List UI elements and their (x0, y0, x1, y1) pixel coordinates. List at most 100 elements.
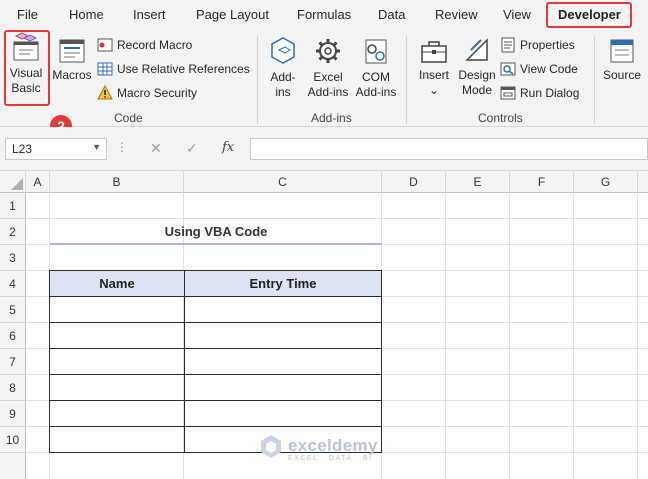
entry-table: Name Entry Time (49, 270, 382, 453)
column-header-a[interactable]: A (26, 171, 50, 193)
table-header-row: Name Entry Time (49, 270, 382, 297)
source-label: Source (602, 68, 642, 82)
macro-security-button[interactable]: Macro Security (97, 85, 197, 101)
row-header-10[interactable]: 10 (0, 427, 26, 453)
source-button[interactable]: Source (600, 38, 644, 83)
gridline (509, 193, 510, 479)
tab-insert[interactable]: Insert (133, 7, 166, 22)
entry-time-cell[interactable] (184, 400, 382, 427)
row-header-3[interactable]: 3 (0, 245, 26, 271)
name-box-value: L23 (12, 142, 33, 156)
properties-icon (501, 37, 515, 53)
add-ins-icon (271, 37, 295, 64)
insert-function-icon[interactable]: fx (222, 140, 234, 155)
formula-input[interactable] (250, 138, 648, 160)
sheet-title-cell[interactable]: Using VBA Code (50, 219, 382, 245)
macros-icon (59, 39, 85, 63)
column-header-c[interactable]: C (184, 171, 382, 193)
tab-page-layout[interactable]: Page Layout (196, 7, 269, 22)
column-header-e[interactable]: E (446, 171, 510, 193)
row-header-2[interactable]: 2 (0, 219, 26, 245)
insert-control-button[interactable]: Insert ⌄ (414, 38, 454, 98)
tab-review[interactable]: Review (435, 7, 478, 22)
name-cell[interactable] (49, 296, 185, 323)
row-header-1[interactable]: 1 (0, 193, 26, 219)
column-header-h[interactable] (638, 171, 648, 193)
row-header-4[interactable]: 4 (0, 271, 26, 297)
row-header-7[interactable]: 7 (0, 349, 26, 375)
add-ins-group-label: Add-ins (311, 111, 352, 125)
developer-tab-highlight (546, 2, 632, 28)
select-all-triangle-icon (11, 178, 23, 190)
com-add-ins-button[interactable]: COM Add-ins (352, 36, 400, 100)
name-cell[interactable] (49, 374, 185, 401)
record-macro-button[interactable]: Record Macro (97, 37, 192, 53)
column-header-f[interactable]: F (510, 171, 574, 193)
group-divider (257, 36, 258, 124)
view-code-icon (500, 62, 516, 76)
name-cell[interactable] (49, 426, 185, 453)
excel-add-ins-label-line1: Excel (313, 70, 343, 84)
column-header-b[interactable]: B (50, 171, 184, 193)
row-header-5[interactable]: 5 (0, 297, 26, 323)
insert-control-dropdown-arrow: ⌄ (428, 83, 440, 97)
row-header-11[interactable] (0, 453, 26, 479)
toolbox-icon (421, 41, 447, 63)
excel-add-ins-label-line2: Add-ins (307, 85, 349, 99)
name-box-dropdown-icon[interactable]: ▼ (92, 142, 101, 152)
add-ins-button[interactable]: Add- ins (262, 36, 304, 100)
watermark-tagline: EXCEL · DATA · BI (288, 455, 373, 462)
view-code-button[interactable]: View Code (500, 61, 578, 77)
tab-formulas[interactable]: Formulas (297, 7, 351, 22)
tab-file[interactable]: File (17, 7, 38, 22)
macro-security-label: Macro Security (117, 86, 198, 100)
properties-button[interactable]: Properties (500, 37, 575, 53)
name-box[interactable]: L23 ▼ (5, 138, 107, 160)
run-dialog-button[interactable]: Run Dialog (500, 85, 579, 101)
row-header-8[interactable]: 8 (0, 375, 26, 401)
table-row (49, 400, 382, 427)
design-mode-label-line2: Mode (461, 83, 493, 97)
gridline (573, 193, 574, 479)
tab-data[interactable]: Data (378, 7, 405, 22)
group-divider (406, 36, 407, 124)
header-cell-name[interactable]: Name (49, 270, 185, 297)
excel-add-ins-button[interactable]: Excel Add-ins (304, 36, 352, 100)
insert-control-label: Insert (418, 68, 449, 82)
row-header-9[interactable]: 9 (0, 401, 26, 427)
row-header-6[interactable]: 6 (0, 323, 26, 349)
gridline (445, 193, 446, 479)
entry-time-cell[interactable] (184, 296, 382, 323)
add-ins-label-line1: Add- (270, 70, 296, 84)
entry-time-cell[interactable] (184, 348, 382, 375)
record-macro-label: Record Macro (117, 38, 193, 52)
group-divider (594, 36, 595, 124)
use-relative-references-button[interactable]: Use Relative References (97, 61, 250, 77)
macros-button[interactable]: Macros (51, 38, 93, 83)
relative-references-icon (97, 62, 113, 76)
warning-icon (97, 85, 113, 100)
enter-icon[interactable]: ✓ (186, 140, 198, 157)
entry-time-cell[interactable] (184, 374, 382, 401)
formula-bar: L23 ▼ ⋮ ✕ ✓ fx (0, 127, 648, 171)
header-cell-entry-time[interactable]: Entry Time (184, 270, 382, 297)
table-row (49, 374, 382, 401)
name-cell[interactable] (49, 348, 185, 375)
watermark-name: exceldemy (288, 436, 378, 455)
name-cell[interactable] (49, 400, 185, 427)
select-all-corner[interactable] (0, 171, 26, 193)
tab-home[interactable]: Home (69, 7, 104, 22)
tab-view[interactable]: View (503, 7, 531, 22)
gridline (637, 193, 638, 479)
macros-label: Macros (52, 68, 92, 82)
column-header-d[interactable]: D (382, 171, 446, 193)
column-header-g[interactable]: G (574, 171, 638, 193)
ribbon: Visual Basic Macros Record Macro Use Rel… (0, 30, 648, 127)
name-cell[interactable] (49, 322, 185, 349)
design-mode-button[interactable]: Design Mode (456, 38, 498, 98)
design-mode-label-line1: Design (458, 68, 496, 82)
formula-buttons: ✕ ✓ fx (138, 138, 248, 160)
cancel-icon[interactable]: ✕ (150, 140, 162, 157)
view-code-label: View Code (520, 62, 578, 76)
entry-time-cell[interactable] (184, 322, 382, 349)
